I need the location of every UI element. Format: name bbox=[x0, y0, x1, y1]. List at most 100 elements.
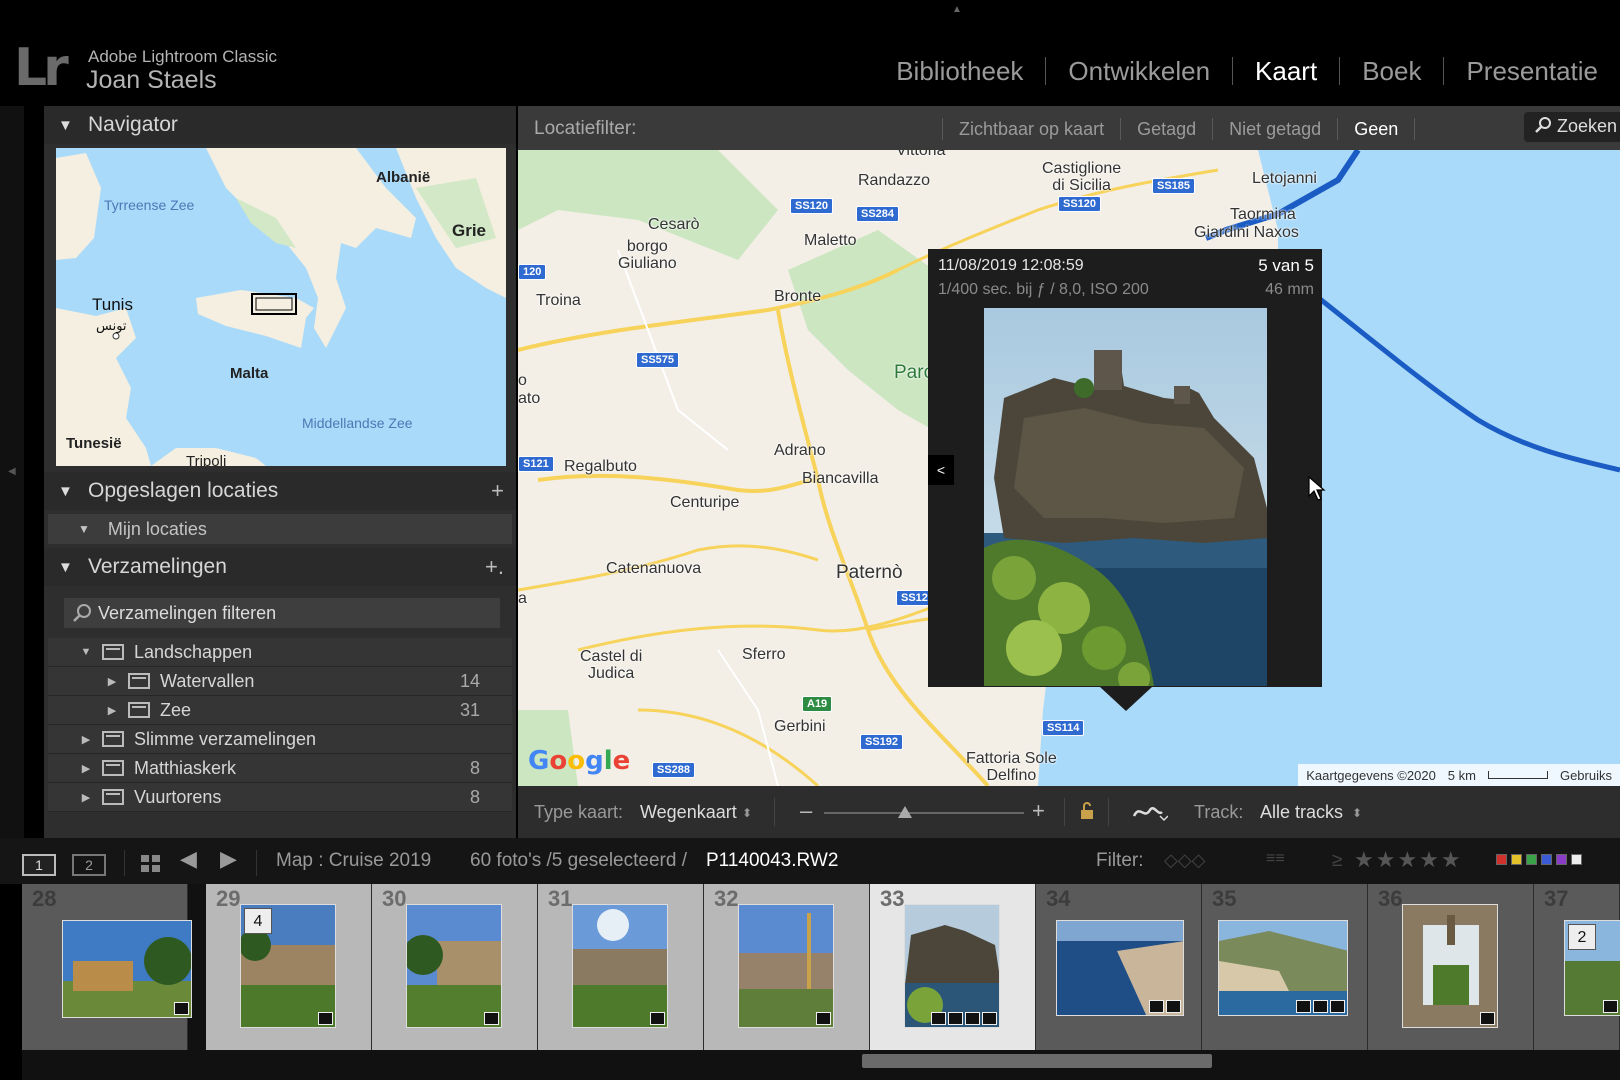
thumbnail[interactable] bbox=[1056, 920, 1184, 1016]
color-label-blue-icon[interactable] bbox=[1541, 854, 1552, 865]
filmstrip-cell[interactable]: 32 bbox=[704, 884, 870, 1050]
map-search-button[interactable]: Zoeken bbox=[1524, 112, 1620, 142]
previous-arrow-icon[interactable]: ◀ bbox=[180, 846, 197, 872]
map-label-tunis-ar: تونس bbox=[96, 319, 127, 334]
collection-watervallen[interactable]: ▶ Watervallen 14 bbox=[48, 667, 512, 696]
thumbnail[interactable] bbox=[738, 904, 834, 1028]
google-logo: Google bbox=[528, 746, 630, 776]
zoom-out-button[interactable]: – bbox=[800, 798, 812, 824]
thumbnail[interactable] bbox=[1218, 920, 1348, 1016]
zoom-in-button[interactable]: + bbox=[1032, 798, 1045, 824]
filmstrip-cell[interactable]: 37 2 bbox=[1534, 884, 1620, 1050]
road-shield: SS185 bbox=[1152, 178, 1196, 194]
map-type-select[interactable]: Wegenkaart bbox=[640, 802, 737, 823]
collection-slimme-verzamelingen[interactable]: ▶ Slimme verzamelingen bbox=[48, 725, 512, 754]
color-label-purple-icon[interactable] bbox=[1556, 854, 1567, 865]
thumbnail[interactable] bbox=[406, 904, 502, 1028]
filter-untagged[interactable]: Niet getagd bbox=[1213, 119, 1337, 140]
module-presentatie[interactable]: Presentatie bbox=[1444, 56, 1620, 87]
filmstrip-cell-current[interactable]: 33 bbox=[870, 884, 1036, 1050]
user-name: Joan Staels bbox=[86, 66, 217, 94]
edit-filter-icon[interactable]: ≡≡ bbox=[1266, 850, 1285, 868]
primary-window-button[interactable]: 1 bbox=[22, 854, 56, 876]
thumbnail[interactable] bbox=[904, 904, 1000, 1028]
collection-matthiaskerk[interactable]: ▶ Matthiaskerk 8 bbox=[48, 754, 512, 783]
track-select[interactable]: Alle tracks bbox=[1260, 802, 1343, 823]
filmstrip-cell[interactable]: 36 bbox=[1368, 884, 1534, 1050]
collection-zee[interactable]: ▶ Zee 31 bbox=[48, 696, 512, 725]
color-label-yellow-icon[interactable] bbox=[1511, 854, 1522, 865]
stack-count-badge[interactable]: 4 bbox=[244, 908, 272, 934]
saved-locations-header[interactable]: ▼ Opgeslagen locaties + bbox=[44, 472, 516, 510]
collections-header[interactable]: ▼ Verzamelingen +. bbox=[44, 548, 516, 586]
collection-set-landschappen[interactable]: ▼ Landschappen bbox=[48, 638, 512, 667]
color-label-red-icon[interactable] bbox=[1496, 854, 1507, 865]
thumbnail-badges bbox=[174, 1002, 189, 1015]
google-logo-letter: g bbox=[585, 746, 604, 776]
town-label: a bbox=[518, 590, 527, 607]
map-type-label: Type kaart: bbox=[534, 802, 624, 822]
filmstrip-cell[interactable]: 34 bbox=[1036, 884, 1202, 1050]
module-kaart[interactable]: Kaart bbox=[1233, 56, 1339, 87]
filmstrip-cell[interactable]: 28 bbox=[22, 884, 192, 1050]
thumbnail[interactable] bbox=[572, 904, 668, 1028]
grid-view-icon[interactable] bbox=[140, 854, 162, 874]
stack-count-badge[interactable]: 2 bbox=[1568, 924, 1596, 950]
filmstrip-cell[interactable]: 31 bbox=[538, 884, 704, 1050]
color-label-filter[interactable] bbox=[1496, 854, 1582, 865]
cell-index: 31 bbox=[548, 886, 573, 911]
thumbnail[interactable] bbox=[62, 920, 192, 1018]
track-icon[interactable] bbox=[1132, 802, 1168, 822]
popup-photo[interactable] bbox=[984, 308, 1267, 686]
photo-popup[interactable]: 11/08/2019 12:08:59 5 van 5 1/400 sec. b… bbox=[928, 249, 1322, 687]
develop-badge-icon bbox=[1330, 1000, 1345, 1013]
module-boek[interactable]: Boek bbox=[1340, 56, 1443, 87]
collapse-left-panel-icon[interactable]: ◀ bbox=[8, 466, 16, 477]
color-label-green-icon[interactable] bbox=[1526, 854, 1537, 865]
collapse-top-panel-icon[interactable]: ▲ bbox=[952, 4, 962, 15]
collection-vuurtorens[interactable]: ▶ Vuurtorens 8 bbox=[48, 783, 512, 812]
module-bibliotheek[interactable]: Bibliotheek bbox=[874, 56, 1045, 87]
filter-none[interactable]: Geen bbox=[1338, 119, 1414, 140]
filmstrip-scrollbar[interactable] bbox=[22, 1050, 1620, 1080]
thumbnail[interactable] bbox=[1402, 904, 1498, 1028]
map-terms-link[interactable]: Gebruiks bbox=[1560, 768, 1612, 783]
filmstrip-source[interactable]: Map : Cruise 2019 bbox=[276, 850, 431, 872]
thumbnail[interactable]: 4 bbox=[240, 904, 336, 1028]
filmstrip-cell[interactable]: 35 bbox=[1202, 884, 1368, 1050]
filmstrip-cell[interactable]: 30 bbox=[372, 884, 538, 1050]
filmstrip-filename[interactable]: P1140043.RW2 bbox=[706, 850, 838, 872]
thumbnail-badges bbox=[1149, 1000, 1181, 1013]
map-label-tunis: Tunis bbox=[92, 295, 133, 314]
comment-badge-icon bbox=[484, 1012, 499, 1025]
filmstrip-cell[interactable]: 29 4 bbox=[206, 884, 372, 1050]
chevron-updown-icon: ⬍ bbox=[742, 806, 753, 820]
filter-visible-on-map[interactable]: Zichtbaar op kaart bbox=[943, 119, 1120, 140]
google-logo-letter: o bbox=[567, 746, 586, 776]
rating-comparison[interactable]: ≥ bbox=[1332, 850, 1342, 872]
collection-label: Landschappen bbox=[134, 641, 253, 662]
next-arrow-icon[interactable]: ▶ bbox=[220, 846, 237, 872]
navigator-header[interactable]: ▼ Navigator bbox=[44, 106, 516, 144]
popup-previous-button[interactable]: < bbox=[928, 455, 954, 485]
add-collection-button[interactable]: +. bbox=[485, 554, 504, 580]
filmstrip-scrollbar-thumb[interactable] bbox=[862, 1054, 1212, 1068]
navigator-map[interactable]: Albanië Tyrreense Zee Grie Tunis تونس Ma… bbox=[56, 148, 506, 466]
thumbnail[interactable]: 2 bbox=[1564, 920, 1620, 1016]
filmstrip[interactable]: 28 29 4 30 31 32 33 34 35 36 37 2 bbox=[22, 884, 1620, 1050]
collections-filter-input[interactable]: Verzamelingen filteren bbox=[64, 598, 500, 628]
add-location-button[interactable]: + bbox=[491, 478, 504, 504]
flag-filter-icon[interactable]: ◇◇◇ bbox=[1164, 850, 1206, 871]
rating-filter-stars[interactable]: ★★★★★ bbox=[1354, 847, 1463, 873]
color-label-white-icon[interactable] bbox=[1571, 854, 1582, 865]
zoom-slider-thumb[interactable] bbox=[898, 806, 912, 818]
secondary-window-button[interactable]: 2 bbox=[72, 854, 106, 876]
zoom-slider[interactable] bbox=[824, 812, 1024, 814]
filter-tagged[interactable]: Getagd bbox=[1121, 119, 1212, 140]
google-logo-letter: e bbox=[612, 746, 631, 776]
map-attribution: Kaartgegevens ©2020 bbox=[1306, 767, 1436, 783]
saved-location-folder[interactable]: ▼ Mijn locaties bbox=[48, 514, 512, 544]
map-label-tripoli: Tripoli bbox=[186, 453, 226, 466]
lock-icon[interactable] bbox=[1080, 802, 1094, 820]
module-ontwikkelen[interactable]: Ontwikkelen bbox=[1046, 56, 1232, 87]
